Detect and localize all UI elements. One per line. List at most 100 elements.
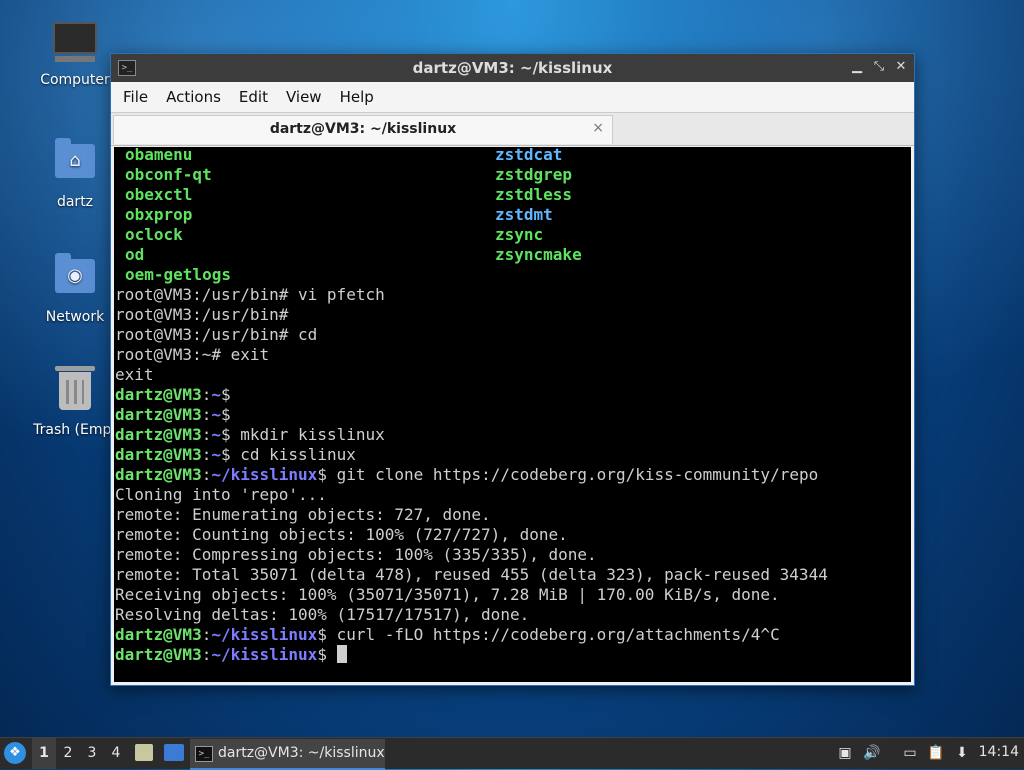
network-folder-icon: ◉: [53, 253, 97, 303]
prompt-path: ~/kisslinux: [211, 645, 318, 664]
clipboard-icon[interactable]: 📋: [926, 743, 946, 763]
clock[interactable]: 14:14: [979, 744, 1019, 760]
text-cursor: [336, 645, 347, 663]
workspace-1[interactable]: 1: [32, 738, 56, 769]
network-tray-icon[interactable]: ▭: [900, 743, 920, 763]
menu-edit[interactable]: Edit: [233, 88, 274, 106]
desktop-icon-label: Network: [45, 309, 105, 325]
maximize-icon[interactable]: ⤡: [872, 58, 886, 76]
close-icon[interactable]: ✕: [894, 58, 908, 76]
listing-entry: [495, 265, 865, 285]
prompt-separator: :: [201, 425, 212, 444]
prompt-path: ~/kisslinux: [211, 465, 318, 484]
prompt-separator: :: [201, 625, 212, 644]
command-text: cd kisslinux: [230, 445, 356, 464]
prompt-separator: :: [201, 405, 212, 424]
tab-label: dartz@VM3: ~/kisslinux: [269, 121, 457, 137]
window-title: dartz@VM3: ~/kisslinux: [412, 59, 613, 77]
terminal-line: remote: Total 35071 (delta 478), reused …: [115, 565, 828, 584]
listing-entry: oem-getlogs: [125, 265, 231, 284]
prompt-separator: :: [201, 465, 212, 484]
listing-entry: obconf-qt: [125, 165, 212, 184]
volume-icon[interactable]: 🔊: [862, 743, 882, 763]
prompt-line: dartz@VM3:~$: [115, 385, 911, 405]
listing-entry: od: [125, 245, 145, 264]
tab-bar: dartz@VM3: ~/kisslinux ×: [111, 112, 914, 146]
tab-terminal[interactable]: dartz@VM3: ~/kisslinux ×: [113, 115, 613, 144]
listing-entry: zstdgrep: [495, 165, 573, 184]
terminal-line: remote: Enumerating objects: 727, done.: [115, 505, 491, 524]
tab-close-icon[interactable]: ×: [592, 120, 604, 136]
desktop-icon-computer[interactable]: Computer: [27, 22, 123, 88]
workspace-2[interactable]: 2: [56, 738, 80, 769]
prompt-user: dartz@VM3: [115, 445, 202, 464]
prompt-user: dartz@VM3: [115, 405, 202, 424]
prompt-user: dartz@VM3: [115, 645, 202, 664]
workspace-3[interactable]: 3: [80, 738, 104, 769]
listing-entry: oclock: [125, 225, 183, 244]
prompt-path: ~: [211, 425, 221, 444]
prompt-symbol: $: [220, 425, 231, 444]
listing-entry: zstdcat: [495, 147, 563, 164]
prompt-line: dartz@VM3:~/kisslinux$ git clone https:/…: [115, 465, 911, 485]
menu-view[interactable]: View: [280, 88, 328, 106]
tray-app-icon[interactable]: ▣: [835, 743, 855, 763]
prompt-symbol: $: [317, 645, 327, 664]
command-text: git clone https://codeberg.org/kiss-comm…: [326, 465, 819, 484]
prompt-symbol: $: [317, 465, 327, 484]
prompt-symbol: $: [220, 385, 231, 404]
prompt-line: dartz@VM3:~$ cd kisslinux: [115, 445, 911, 465]
workspace-4[interactable]: 4: [104, 738, 128, 769]
command-text: mkdir kisslinux: [230, 425, 385, 444]
listing-entry: zstdmt: [495, 205, 553, 224]
terminal-line: Resolving deltas: 100% (17517/17517), do…: [115, 605, 530, 624]
prompt-line-current[interactable]: dartz@VM3:~/kisslinux$: [115, 645, 911, 665]
menu-help[interactable]: Help: [334, 88, 380, 106]
prompt-line: dartz@VM3:~/kisslinux$ curl -fLO https:/…: [115, 625, 911, 645]
menu-actions[interactable]: Actions: [160, 88, 227, 106]
file-listing: obamenu zstdcat obconf-qt zstdgrep obexc…: [115, 147, 911, 285]
terminal-line: remote: Compressing objects: 100% (335/3…: [115, 545, 597, 564]
taskbar: ❖ 1 2 3 4 >_ dartz@VM3: ~/kisslinux ▣ 🔊 …: [0, 737, 1024, 770]
trash-icon: [53, 366, 97, 416]
command-text: curl -fLO https://codeberg.org/attachmen…: [326, 625, 780, 644]
listing-entry: zsyncmake: [495, 245, 582, 264]
start-menu-icon[interactable]: ❖: [4, 742, 26, 764]
terminal-line: Cloning into 'repo'...: [115, 485, 327, 504]
computer-icon: [53, 22, 97, 66]
terminal-output[interactable]: obamenu zstdcat obconf-qt zstdgrep obexc…: [114, 147, 911, 682]
task-label: dartz@VM3: ~/kisslinux: [218, 745, 385, 761]
prompt-user: dartz@VM3: [115, 465, 202, 484]
menu-file[interactable]: File: [117, 88, 154, 106]
desktop-icon-network[interactable]: ◉ Network: [27, 253, 123, 325]
terminal-line: remote: Counting objects: 100% (727/727)…: [115, 525, 568, 544]
prompt-user: dartz@VM3: [115, 625, 202, 644]
desktop-icon-label: Computer: [40, 72, 110, 88]
minimize-icon[interactable]: ▁: [850, 58, 864, 76]
taskbar-task-terminal[interactable]: >_ dartz@VM3: ~/kisslinux: [190, 739, 385, 770]
terminal-line: Receiving objects: 100% (35071/35071), 7…: [115, 585, 780, 604]
show-desktop-icon[interactable]: [164, 744, 184, 761]
desktop-icon-label: dartz: [56, 194, 94, 210]
desktop-icon-trash[interactable]: Trash (Empt: [27, 366, 123, 438]
updates-icon[interactable]: ⬇: [952, 743, 972, 763]
prompt-path: ~/kisslinux: [211, 625, 318, 644]
prompt-path: ~: [211, 405, 221, 424]
prompt-separator: :: [201, 385, 212, 404]
listing-entry: obexctl: [125, 185, 193, 204]
prompt-symbol: $: [220, 405, 231, 424]
listing-entry: zstdless: [495, 185, 573, 204]
terminal-line: root@VM3:/usr/bin# vi pfetch: [115, 285, 385, 304]
menu-bar: File Actions Edit View Help: [111, 82, 914, 112]
prompt-separator: :: [201, 445, 212, 464]
terminal-line: root@VM3:/usr/bin# cd: [115, 325, 318, 344]
window-titlebar[interactable]: >_ dartz@VM3: ~/kisslinux ▁ ⤡ ✕: [111, 54, 914, 82]
terminal-line: root@VM3:/usr/bin#: [115, 305, 289, 324]
file-manager-icon[interactable]: [135, 744, 153, 761]
terminal-window[interactable]: >_ dartz@VM3: ~/kisslinux ▁ ⤡ ✕ File Act…: [110, 53, 915, 686]
home-folder-icon: ⌂: [53, 138, 97, 188]
prompt-line: dartz@VM3:~$: [115, 405, 911, 425]
prompt-symbol: $: [317, 625, 327, 644]
desktop-icon-home[interactable]: ⌂ dartz: [27, 138, 123, 210]
desktop-icon-label: Trash (Empt: [33, 422, 117, 438]
